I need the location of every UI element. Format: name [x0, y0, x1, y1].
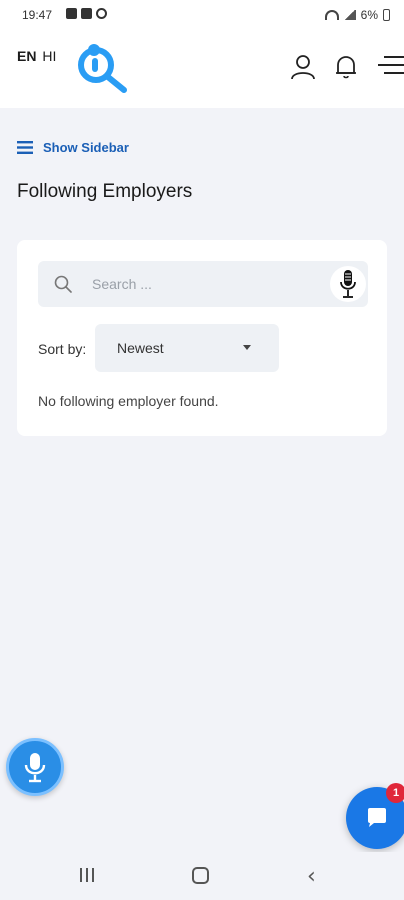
- system-nav-bar: ‹: [0, 852, 404, 900]
- mail-notification-icon: [81, 8, 92, 19]
- menu-icon[interactable]: [378, 54, 404, 76]
- signal-icon: [343, 10, 356, 20]
- empty-state-message: No following employer found.: [38, 393, 219, 409]
- voice-assistant-button[interactable]: [6, 738, 64, 796]
- search-box: [38, 261, 368, 307]
- lang-hi-button[interactable]: HI: [42, 48, 56, 64]
- show-sidebar-label: Show Sidebar: [43, 140, 129, 155]
- battery-icon: [383, 9, 390, 21]
- page-title: Following Employers: [17, 181, 193, 202]
- settings-notification-icon: [96, 8, 107, 19]
- bell-icon[interactable]: [334, 54, 358, 80]
- sort-label: Sort by:: [38, 341, 87, 357]
- status-notification-icons: [66, 8, 107, 19]
- sort-selected-value: Newest: [117, 340, 164, 356]
- lang-en-button[interactable]: EN: [17, 48, 36, 64]
- wifi-icon: [324, 10, 339, 20]
- home-icon[interactable]: [192, 867, 209, 884]
- battery-percent: 6%: [360, 8, 378, 22]
- voice-search-button[interactable]: [330, 266, 366, 302]
- caret-down-icon: [243, 345, 251, 350]
- status-right: 6%: [324, 8, 390, 22]
- microphone-icon: [340, 270, 356, 298]
- search-icon: [54, 275, 72, 293]
- recent-apps-icon[interactable]: [80, 868, 94, 882]
- language-switcher: EN HI: [17, 48, 56, 64]
- search-input[interactable]: [92, 269, 322, 299]
- chat-bubble-icon: [368, 808, 386, 827]
- show-sidebar-button[interactable]: Show Sidebar: [17, 140, 129, 155]
- following-employers-card: Sort by: Newest No following employer fo…: [17, 240, 387, 436]
- chat-notification-badge: 1: [386, 783, 404, 803]
- app-header: EN HI: [0, 30, 404, 108]
- microphone-icon: [24, 753, 46, 783]
- magnifier-logo-icon[interactable]: [72, 40, 130, 94]
- sort-dropdown[interactable]: Newest: [95, 324, 279, 372]
- status-time: 19:47: [22, 8, 53, 22]
- hamburger-icon: [17, 141, 33, 154]
- user-icon[interactable]: [290, 54, 316, 80]
- gallery-notification-icon: [66, 8, 77, 19]
- back-icon[interactable]: ‹: [307, 864, 316, 889]
- status-bar: 19:47 6%: [0, 0, 404, 30]
